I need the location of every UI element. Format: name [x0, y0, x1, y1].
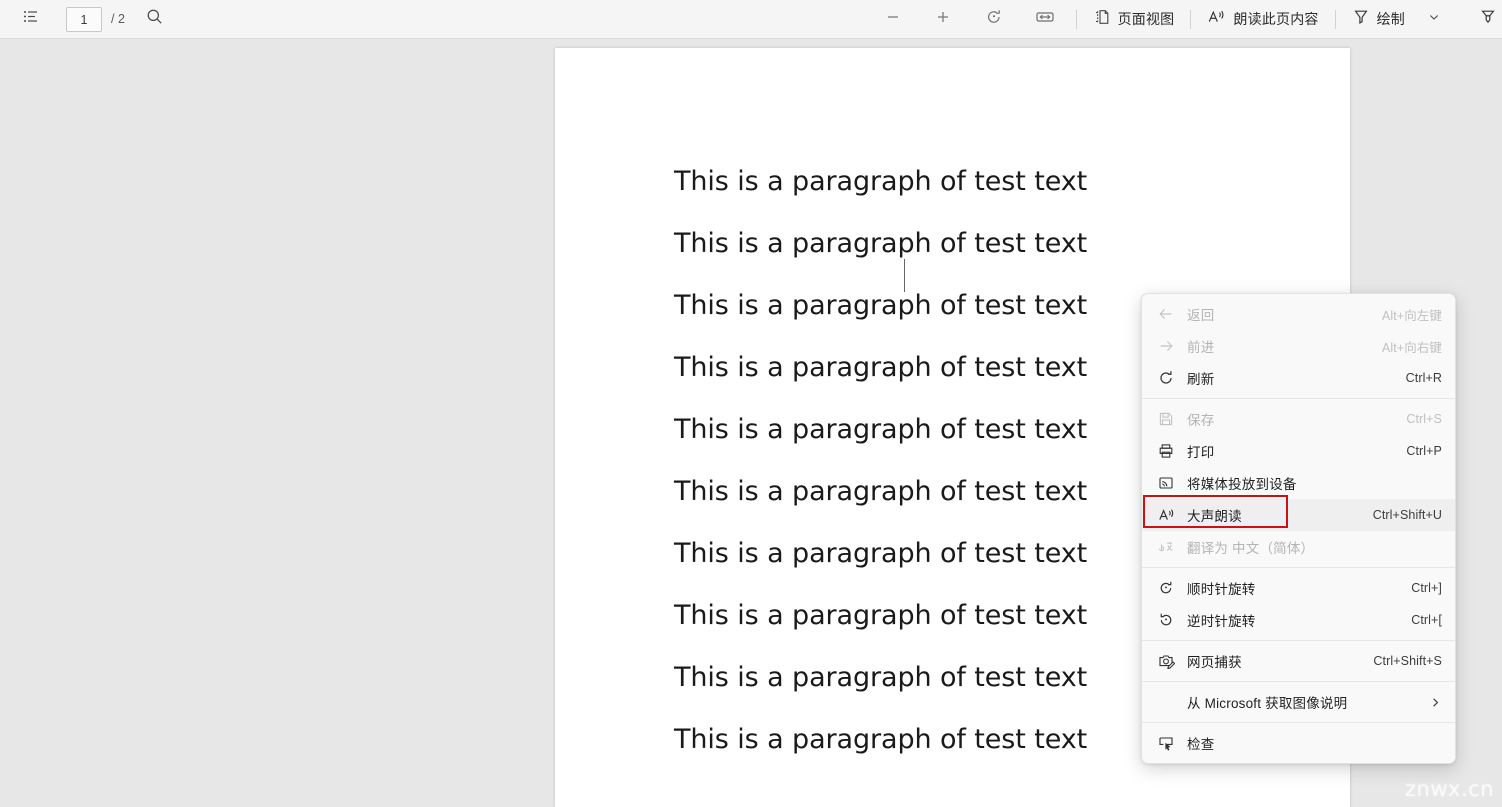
text-caret: [904, 259, 906, 292]
page-view-button[interactable]: 页面视图: [1088, 4, 1180, 34]
menu-separator: [1142, 398, 1455, 399]
menu-item: 翻译为 中文（简体）: [1142, 531, 1455, 563]
menu-item-label: 翻译为 中文（简体）: [1187, 541, 1315, 556]
search-button[interactable]: [135, 4, 175, 34]
highlighter-icon: [1479, 8, 1497, 31]
menu-item-shortcut: Ctrl+]: [1411, 581, 1442, 595]
refresh-icon: [1155, 370, 1177, 386]
menu-item-label: 检查: [1187, 737, 1215, 752]
inspect-icon: [1155, 735, 1177, 751]
draw-pen-icon: [1352, 8, 1370, 31]
menu-item-shortcut: Ctrl+Shift+U: [1372, 508, 1442, 522]
save-icon: [1155, 411, 1177, 427]
fit-width-icon: [1035, 9, 1055, 30]
menu-separator: [1142, 640, 1455, 641]
document-line: This is a paragraph of test text: [674, 166, 1088, 197]
menu-item: 保存 Ctrl+S: [1142, 403, 1455, 435]
toolbar-left-group: 1 / 2: [0, 4, 175, 34]
rotate-cw-icon: [1155, 580, 1177, 596]
fit-width-button[interactable]: [1025, 4, 1065, 34]
menu-item-label: 打印: [1187, 445, 1215, 460]
menu-item-shortcut: Ctrl+Shift+S: [1373, 654, 1442, 668]
zoom-in-button[interactable]: [923, 4, 963, 34]
cast-icon: [1155, 475, 1177, 491]
chevron-down-icon: [1427, 10, 1441, 29]
web-capture-icon: [1155, 653, 1177, 669]
menu-item-shortcut: Alt+向右键: [1381, 340, 1442, 355]
menu-item: 返回 Alt+向左键: [1142, 298, 1455, 330]
menu-separator: [1142, 681, 1455, 682]
chevron-right-icon: [1429, 696, 1442, 709]
toolbar-right-group: 页面视图 朗读此页内容 绘制: [873, 4, 1502, 34]
menu-item: 前进 Alt+向右键: [1142, 330, 1455, 362]
rotate-button[interactable]: [974, 4, 1014, 34]
highlighter-button[interactable]: [1468, 4, 1502, 34]
arrow-left-icon: [1155, 306, 1177, 322]
rotate-ccw-icon: [1155, 612, 1177, 628]
search-icon: [146, 8, 163, 30]
menu-item-label: 返回: [1187, 308, 1215, 323]
rotate-icon: [985, 8, 1003, 31]
document-line: This is a paragraph of test text: [674, 228, 1088, 259]
page-number-input[interactable]: 1: [66, 6, 102, 32]
minus-icon: [884, 8, 902, 31]
menu-item-label: 网页捕获: [1187, 655, 1242, 670]
menu-item-label: 大声朗读: [1187, 509, 1242, 524]
menu-item-shortcut: Ctrl+[: [1411, 613, 1442, 627]
draw-options-button[interactable]: [1414, 4, 1454, 34]
menu-item-label: 刷新: [1187, 372, 1215, 387]
menu-item[interactable]: 检查: [1142, 727, 1455, 759]
read-aloud-label: 朗读此页内容: [1233, 11, 1319, 27]
outline-toggle-button[interactable]: [10, 4, 50, 34]
menu-item[interactable]: 将媒体投放到设备: [1142, 467, 1455, 499]
menu-item[interactable]: 顺时针旋转 Ctrl+]: [1142, 572, 1455, 604]
print-icon: [1155, 443, 1177, 459]
menu-item-label: 前进: [1187, 340, 1215, 355]
toolbar-divider-3: [1334, 9, 1336, 29]
pdf-toolbar: 1 / 2 页面视图 朗读此页内容 绘制: [0, 0, 1502, 39]
menu-item-label: 顺时针旋转: [1187, 582, 1256, 597]
menu-item[interactable]: 大声朗读 Ctrl+Shift+U: [1142, 499, 1455, 531]
read-aloud-icon: [1155, 507, 1177, 523]
menu-item[interactable]: 打印 Ctrl+P: [1142, 435, 1455, 467]
context-menu[interactable]: 返回 Alt+向左键前进 Alt+向右键刷新 Ctrl+R 保存 Ctrl+S 打印 Ctrl…: [1141, 293, 1456, 764]
watermark: znwx.cn: [1405, 777, 1494, 801]
menu-item-shortcut: Ctrl+P: [1406, 444, 1442, 458]
menu-item[interactable]: 逆时针旋转 Ctrl+[: [1142, 604, 1455, 636]
menu-item-label: 从 Microsoft 获取图像说明: [1187, 696, 1348, 711]
page-view-icon: [1093, 8, 1111, 31]
arrow-right-icon: [1155, 338, 1177, 354]
read-aloud-icon: [1207, 8, 1226, 31]
page-total-label: / 2: [111, 12, 125, 26]
menu-separator: [1142, 567, 1455, 568]
page-view-label: 页面视图: [1117, 11, 1175, 27]
menu-item-shortcut: Ctrl+S: [1406, 412, 1442, 426]
plus-icon: [934, 8, 952, 31]
menu-item-label: 将媒体投放到设备: [1187, 477, 1297, 492]
menu-separator: [1142, 722, 1455, 723]
menu-item-shortcut: Alt+向左键: [1381, 308, 1442, 323]
toolbar-divider-1: [1075, 9, 1077, 29]
read-aloud-button[interactable]: 朗读此页内容: [1202, 4, 1323, 34]
menu-item[interactable]: 网页捕获 Ctrl+Shift+S: [1142, 645, 1455, 677]
menu-item[interactable]: 从 Microsoft 获取图像说明: [1142, 686, 1455, 718]
menu-item-label: 保存: [1187, 413, 1215, 428]
menu-item[interactable]: 刷新 Ctrl+R: [1142, 362, 1455, 394]
toolbar-divider-2: [1190, 9, 1192, 29]
draw-label: 绘制: [1376, 11, 1405, 27]
list-outline-icon: [22, 8, 39, 30]
zoom-out-button[interactable]: [873, 4, 913, 34]
menu-item-shortcut: Ctrl+R: [1405, 371, 1442, 385]
draw-button[interactable]: 绘制: [1347, 4, 1410, 34]
translate-icon: [1155, 539, 1177, 555]
menu-item-label: 逆时针旋转: [1187, 614, 1256, 629]
